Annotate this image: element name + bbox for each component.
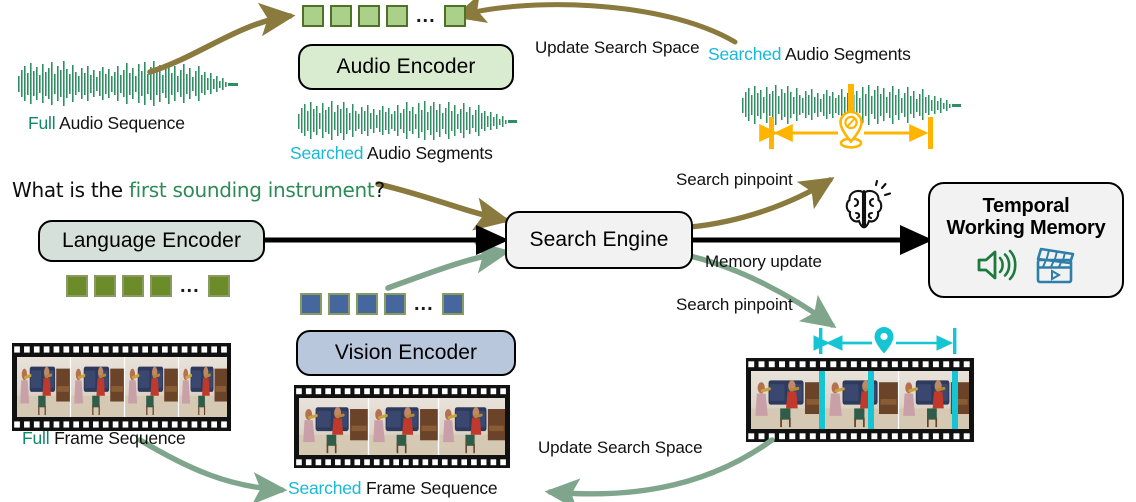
search-pinpoint-top-label: Search pinpoint (676, 170, 793, 189)
audio-encoder-box[interactable]: Audio Encoder (298, 44, 514, 90)
searched-audio-rest: Audio Segments (363, 143, 493, 163)
searched-frame-highlight: Searched (288, 478, 362, 498)
audio-token (330, 5, 352, 27)
vision-token (384, 293, 406, 315)
searched-audio-waveform-left (298, 101, 517, 140)
memory-title-line2: Working Memory (946, 217, 1106, 239)
audio-pin-marker-icon (759, 84, 933, 149)
audio-token (302, 5, 324, 27)
audio-token-row: ... (302, 5, 466, 27)
update-search-space-top-label: Update Search Space (535, 38, 700, 57)
diagram-canvas: Audio Encoder Vision Encoder Language En… (0, 0, 1136, 502)
full-frame-sequence-caption: Full Frame Sequence (22, 428, 186, 449)
arrow-vision-to-search-engine (385, 240, 511, 291)
searched-audio-top-highlight: Searched (708, 44, 782, 64)
language-token (66, 275, 88, 297)
searched-frame-sequence-filmstrip (294, 385, 510, 468)
vision-token (300, 293, 322, 315)
full-frame-sequence-filmstrip (12, 343, 231, 431)
searched-audio-segments-caption-right: Searched Audio Segments (708, 44, 911, 65)
searched-audio-segments-caption-left: Searched Audio Segments (290, 143, 493, 164)
audio-token (358, 5, 380, 27)
vision-token-ellipsis: ... (414, 293, 434, 315)
memory-title: Temporal Working Memory (946, 195, 1105, 240)
audio-token-ellipsis: ... (416, 5, 436, 27)
audio-token (386, 5, 408, 27)
update-search-space-bottom-label: Update Search Space (538, 438, 703, 457)
searched-audio-waveform-right (742, 85, 961, 125)
full-frame-rest: Frame Sequence (49, 428, 186, 448)
question-prefix: What is the (12, 178, 129, 202)
language-token (207, 275, 230, 297)
full-audio-sequence-caption: Full Audio Sequence (28, 113, 185, 134)
question-text: What is the first sounding instrument? (12, 178, 385, 202)
searched-frame-rest: Frame Sequence (361, 478, 498, 498)
audio-encoder-label: Audio Encoder (336, 55, 476, 78)
full-frame-highlight: Full (22, 428, 50, 448)
language-token (94, 275, 116, 297)
language-token (122, 275, 144, 297)
search-engine-label: Search Engine (529, 228, 669, 251)
vision-token (328, 293, 350, 315)
vision-encoder-box[interactable]: Vision Encoder (296, 330, 516, 376)
language-token (150, 275, 172, 297)
vision-encoder-label: Vision Encoder (334, 341, 478, 364)
searched-audio-top-rest: Audio Segments (781, 44, 911, 64)
frame-pin-marker-icon (813, 327, 957, 354)
arrow-audio-to-search-engine (375, 181, 511, 231)
speaker-icon (977, 250, 1017, 281)
searched-audio-highlight: Searched (290, 143, 364, 163)
memory-title-line1: Temporal (982, 194, 1070, 217)
searched-frame-sequence-caption: Searched Frame Sequence (288, 478, 498, 499)
pinpointed-frame-sequence-filmstrip (746, 358, 974, 442)
vision-token (441, 293, 464, 315)
language-encoder-label: Language Encoder (61, 229, 242, 252)
question-highlight: first sounding instrument (128, 178, 375, 202)
vision-token (356, 293, 378, 315)
vision-token-row: ... (300, 293, 464, 315)
clapperboard-icon (1036, 248, 1075, 284)
language-token-ellipsis: ... (180, 275, 200, 297)
question-suffix: ? (374, 178, 385, 202)
memory-icons (975, 245, 1077, 285)
language-token-row: ... (66, 275, 230, 297)
full-audio-highlight: Full (28, 113, 56, 133)
full-audio-rest: Audio Sequence (55, 113, 185, 133)
search-pinpoint-bottom-label: Search pinpoint (676, 295, 793, 314)
full-audio-waveform (18, 61, 238, 106)
brain-icon (845, 179, 892, 229)
memory-update-label: Memory update (705, 252, 822, 271)
arrow-full-audio-to-tokens (147, 2, 296, 75)
audio-token (443, 5, 466, 27)
search-engine-box[interactable]: Search Engine (505, 211, 693, 269)
temporal-working-memory-box[interactable]: Temporal Working Memory (928, 182, 1124, 298)
language-encoder-box[interactable]: Language Encoder (38, 220, 265, 262)
arrow-update-search-space-top (453, 0, 738, 45)
